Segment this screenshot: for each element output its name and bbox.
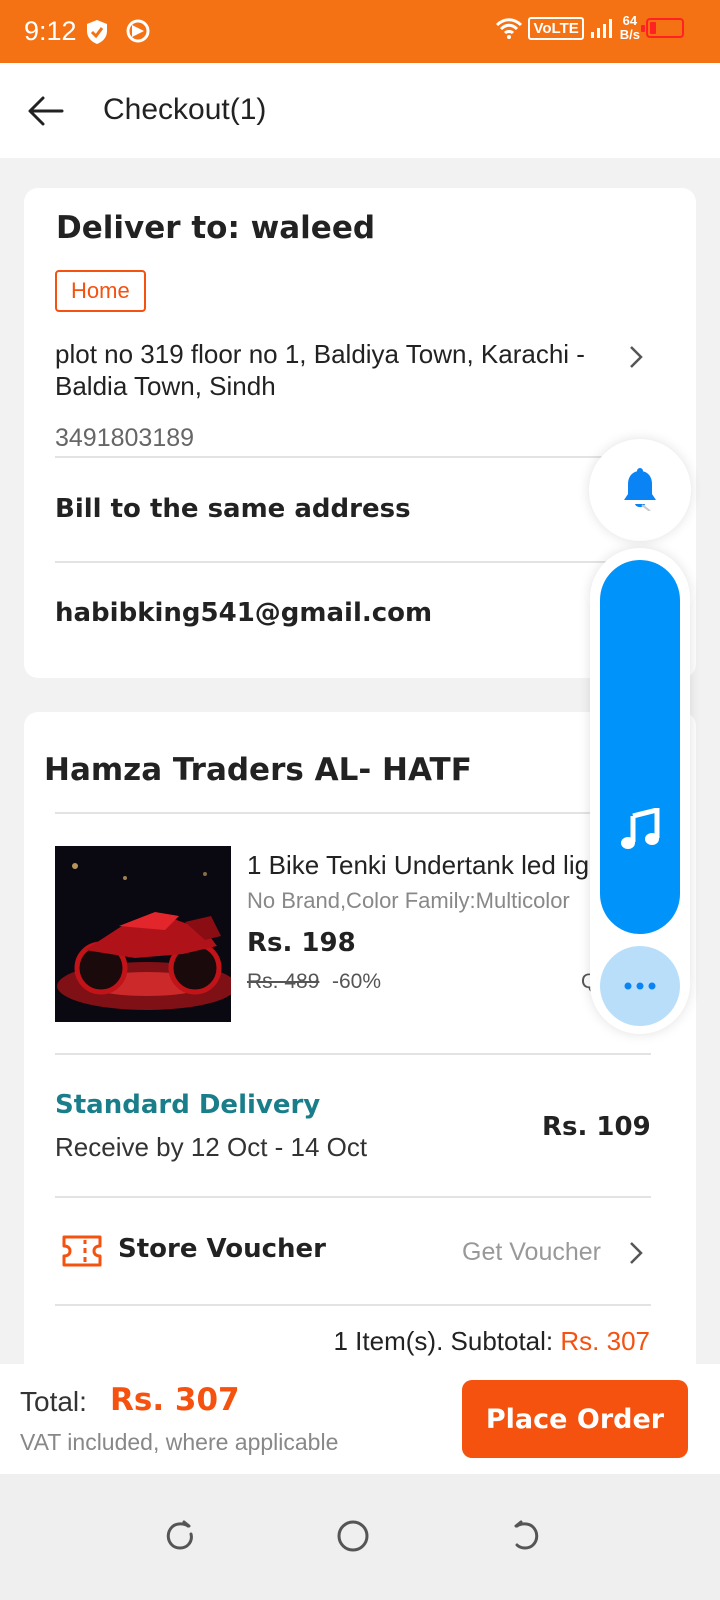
net-speed-unit: B/s xyxy=(619,27,640,42)
back-icon[interactable] xyxy=(507,1518,543,1554)
chevron-right-icon[interactable] xyxy=(628,344,644,370)
store-name: Hamza Traders AL- HATF xyxy=(44,752,472,788)
battery-level xyxy=(650,22,656,34)
total-amount: Rs. 307 xyxy=(110,1382,240,1418)
delivery-date: Receive by 12 Oct - 14 Oct xyxy=(55,1132,368,1162)
shipping-address[interactable]: plot no 319 floor no 1, Baldiya Town, Ka… xyxy=(55,338,615,402)
phone-number: 3491803189 xyxy=(55,424,195,452)
vat-note: VAT included, where applicable xyxy=(20,1429,339,1455)
shield-icon xyxy=(87,20,107,44)
back-arrow-icon[interactable] xyxy=(26,91,66,131)
store-voucher-label: Store Voucher xyxy=(118,1234,326,1264)
order-subtotal: 1 Item(s). Subtotal: Rs. 307 xyxy=(334,1326,651,1357)
address-tag: Home xyxy=(55,270,146,312)
total-label: Total: xyxy=(20,1386,87,1417)
more-options-button[interactable] xyxy=(600,946,680,1026)
voucher-ticket-icon xyxy=(62,1235,102,1267)
product-variant: No Brand,Color Family:Multicolor xyxy=(247,888,570,913)
volte-badge: VoLTE xyxy=(528,16,584,40)
product-discount: -60% xyxy=(332,970,382,993)
delivery-option-title[interactable]: Standard Delivery xyxy=(55,1090,320,1120)
checkout-footer: Total: Rs. 307 VAT included, where appli… xyxy=(0,1364,720,1474)
product-price: Rs. 198 xyxy=(247,928,356,958)
email-address[interactable]: habibking541@gmail.com xyxy=(55,598,432,628)
place-order-button[interactable]: Place Order xyxy=(462,1380,688,1458)
status-bar: 9:12 VoLTE 64 B/s xyxy=(0,0,720,63)
divider xyxy=(55,1196,651,1198)
bike-image xyxy=(55,846,231,1022)
signal-icon xyxy=(590,19,612,38)
more-dots-icon xyxy=(624,982,656,990)
music-icon xyxy=(621,808,660,849)
get-voucher-link[interactable]: Get Voucher xyxy=(462,1238,601,1267)
delivery-price: Rs. 109 xyxy=(542,1112,651,1142)
divider xyxy=(55,812,651,814)
floating-music-panel xyxy=(590,548,690,1034)
bell-icon xyxy=(624,468,656,511)
notification-bubble[interactable] xyxy=(589,439,691,541)
page-title: Checkout(1) xyxy=(103,93,267,126)
net-speed-value: 64 xyxy=(622,13,638,28)
divider xyxy=(55,561,651,563)
system-nav-bar xyxy=(0,1474,720,1600)
recents-icon[interactable] xyxy=(162,1518,198,1554)
divider xyxy=(55,1053,651,1055)
chevron-right-icon[interactable] xyxy=(628,1240,644,1266)
home-icon[interactable] xyxy=(335,1518,371,1554)
checkout-header: Checkout(1) xyxy=(0,63,720,158)
music-widget[interactable] xyxy=(600,560,680,934)
app-icon xyxy=(126,19,150,43)
deliver-to-label: Deliver to: waleed xyxy=(56,210,376,246)
battery-icon xyxy=(641,18,684,38)
subtotal-label: 1 Item(s). Subtotal: xyxy=(333,1326,554,1356)
subtotal-amount: Rs. 307 xyxy=(560,1326,650,1356)
divider xyxy=(55,1304,651,1306)
product-image[interactable] xyxy=(55,846,231,1022)
status-right-group: VoLTE 64 B/s xyxy=(496,14,684,42)
divider xyxy=(55,456,651,458)
product-title[interactable]: 1 Bike Tenki Undertank led light xyxy=(247,850,607,881)
product-original-price: Rs. 489 xyxy=(247,970,320,993)
net-speed: 64 B/s xyxy=(620,14,640,42)
wifi-icon xyxy=(496,18,523,39)
status-time: 9:12 xyxy=(24,16,77,46)
bill-address-label[interactable]: Bill to the same address xyxy=(55,494,411,524)
